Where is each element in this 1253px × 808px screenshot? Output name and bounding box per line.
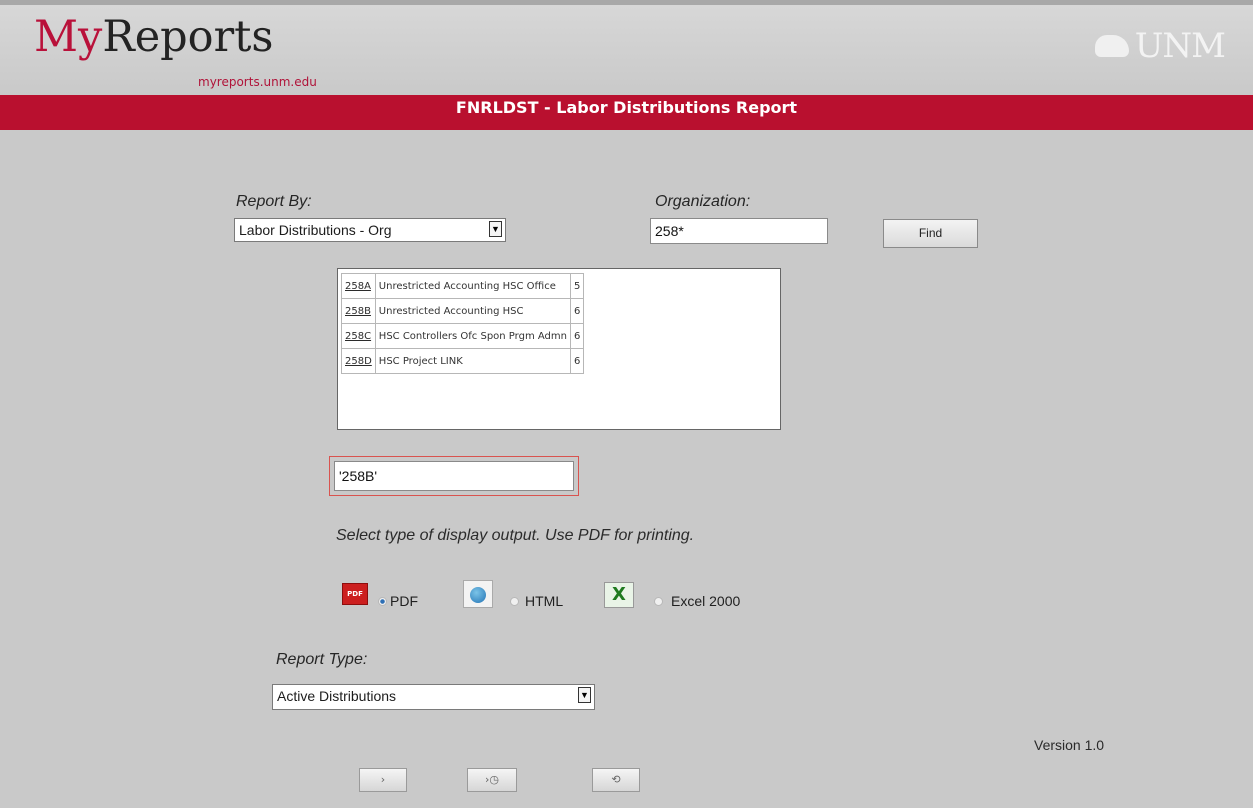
unm-logo-text: UNM: [1134, 26, 1226, 66]
selected-org-input[interactable]: [334, 461, 574, 491]
org-level: 6: [569, 323, 585, 349]
logo-my-text: My: [34, 12, 103, 62]
table-row[interactable]: 258B Unrestricted Accounting HSC 6: [341, 298, 585, 324]
org-code[interactable]: 258A: [341, 273, 376, 299]
header: MyReports myreports.unm.edu UNM: [0, 0, 1253, 95]
org-level: 6: [569, 298, 585, 324]
header-top-line: [0, 0, 1253, 5]
html-radio[interactable]: [510, 597, 519, 606]
organization-results-table: 258A Unrestricted Accounting HSC Office …: [341, 273, 585, 374]
report-by-label: Report By:: [236, 193, 312, 210]
find-button[interactable]: Find: [883, 219, 978, 248]
report-type-label: Report Type:: [276, 651, 368, 668]
chevron-down-icon[interactable]: ▼: [489, 221, 502, 237]
excel-label[interactable]: Excel 2000: [671, 593, 740, 609]
chevron-down-icon[interactable]: ▼: [578, 687, 591, 703]
pdf-icon: PDF: [342, 583, 368, 605]
org-level: 5: [569, 273, 585, 299]
org-level: 6: [569, 348, 585, 374]
unm-logo: UNM: [1094, 26, 1226, 66]
report-type-value: Active Distributions: [277, 688, 397, 704]
run-report-button[interactable]: ›: [359, 768, 407, 792]
output-instruction: Select type of display output. Use PDF f…: [336, 527, 695, 544]
report-title-bar: FNRLDST - Labor Distributions Report: [0, 95, 1253, 130]
org-name: Unrestricted Accounting HSC Office: [374, 273, 571, 299]
excel-icon: X: [604, 582, 634, 608]
schedule-report-button[interactable]: ›◷: [467, 768, 517, 792]
excel-radio[interactable]: [654, 597, 663, 606]
org-name: HSC Controllers Ofc Spon Prgm Admn: [374, 323, 571, 349]
unm-lobo-icon: [1094, 35, 1129, 57]
report-by-select[interactable]: Labor Distributions - Org ▼: [234, 218, 506, 242]
pdf-radio[interactable]: [378, 597, 387, 606]
html-globe-icon: [463, 580, 493, 608]
organization-results-list[interactable]: 258A Unrestricted Accounting HSC Office …: [337, 268, 781, 430]
table-row[interactable]: 258C HSC Controllers Ofc Spon Prgm Admn …: [341, 323, 585, 349]
report-title: FNRLDST - Labor Distributions Report: [455, 98, 798, 117]
globe-icon: [470, 587, 486, 603]
organization-label: Organization:: [655, 193, 751, 210]
html-label[interactable]: HTML: [525, 593, 563, 609]
table-row[interactable]: 258A Unrestricted Accounting HSC Office …: [341, 273, 585, 299]
version-text: Version 1.0: [1034, 737, 1105, 753]
org-code[interactable]: 258D: [341, 348, 376, 374]
back-button[interactable]: ⟲: [592, 768, 640, 792]
report-by-value: Labor Distributions - Org: [239, 222, 392, 238]
pdf-label[interactable]: PDF: [390, 593, 418, 609]
org-name: HSC Project LINK: [374, 348, 571, 374]
myreports-logo: MyReports: [34, 12, 273, 62]
report-type-select[interactable]: Active Distributions ▼: [272, 684, 595, 710]
org-name: Unrestricted Accounting HSC: [374, 298, 571, 324]
logo-url: myreports.unm.edu: [198, 75, 317, 89]
logo-reports-text: Reports: [102, 12, 274, 62]
organization-input[interactable]: [650, 218, 828, 244]
org-code[interactable]: 258B: [341, 298, 376, 324]
table-row[interactable]: 258D HSC Project LINK 6: [341, 348, 585, 374]
org-code[interactable]: 258C: [341, 323, 376, 349]
